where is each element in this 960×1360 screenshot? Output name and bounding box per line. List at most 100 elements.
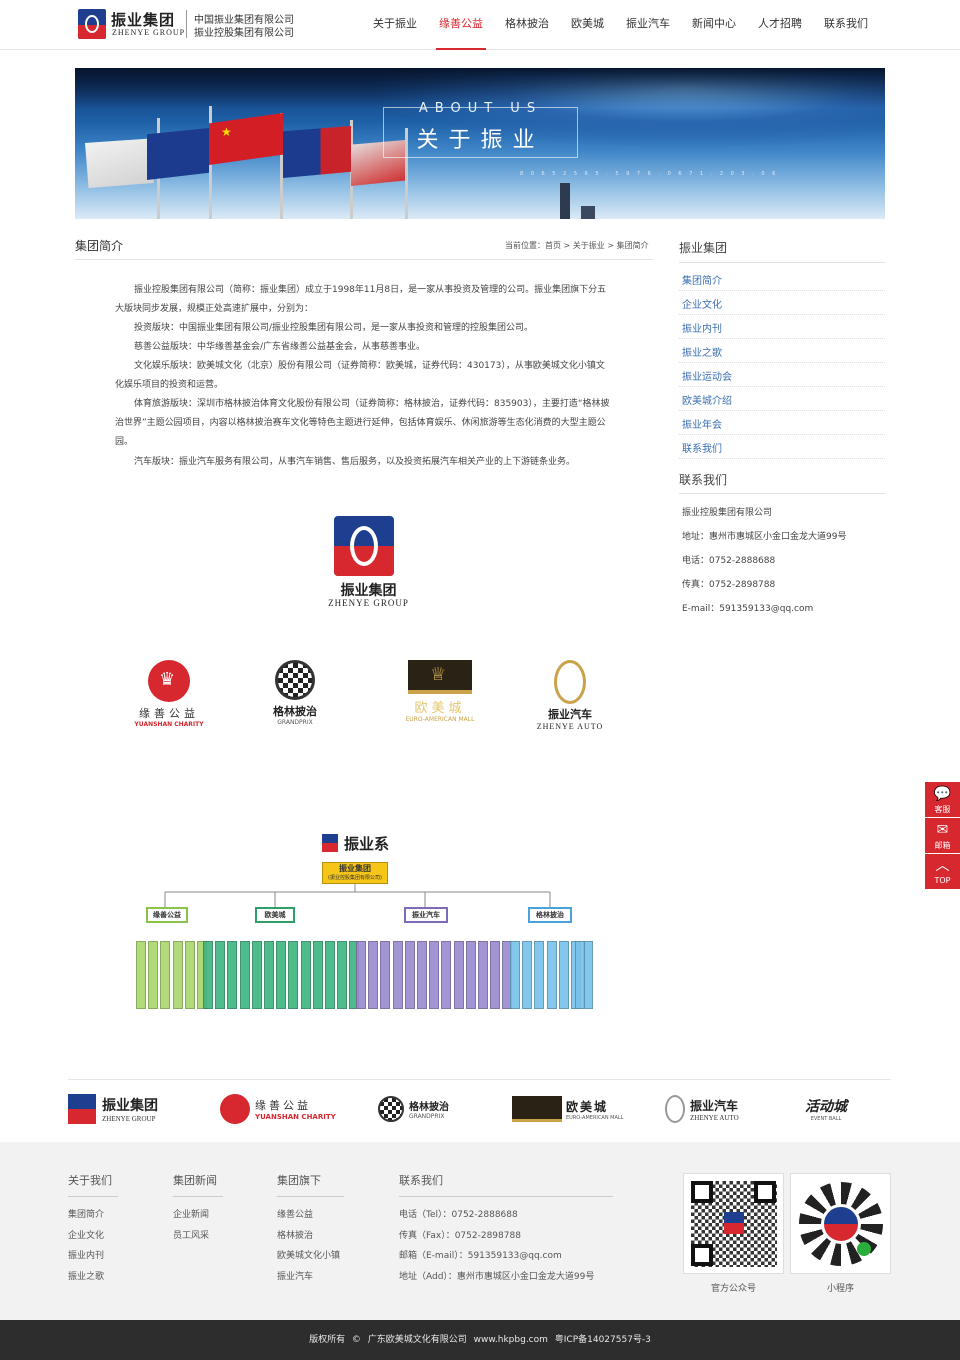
footer-link[interactable]: 欧美城文化小镇 [277, 1248, 340, 1261]
mini-program-icon [857, 1242, 871, 1256]
org-unit-node [380, 941, 391, 1009]
company-name-2: 振业控股集团有限公司 [194, 28, 294, 39]
org-unit-node [404, 941, 415, 1009]
nav-item-contact[interactable]: 联系我们 [813, 0, 879, 50]
nav-item-grandprix[interactable]: 格林披治 [494, 0, 560, 50]
checkered-flag-icon [378, 1096, 404, 1122]
footer-link[interactable]: 振业汽车 [277, 1269, 313, 1282]
org-branch-charity: 缘善公益 [146, 907, 188, 923]
brand-sub: YUANSHAN CHARITY [134, 721, 204, 728]
nav-item-auto[interactable]: 振业汽车 [615, 0, 681, 50]
org-unit-node [510, 941, 520, 1009]
breadcrumb[interactable]: 当前位置：首页 > 关于振业 > 集团简介 [505, 240, 649, 251]
nav-item-euro-mall[interactable]: 欧美城 [560, 0, 615, 50]
org-root-node: 振业集团 (振业控股集团有限公司) [322, 862, 388, 884]
footer-link[interactable]: 振业内刊 [68, 1248, 104, 1261]
sidebar-separator [679, 338, 885, 339]
brand-euro-mall: ♕ 欧美城 EURO-AMERICAN MALL [395, 660, 485, 740]
sidebar-item-sports[interactable]: 振业运动会 [682, 368, 732, 383]
qr-finder [754, 1181, 776, 1203]
footer-contact-email[interactable]: 邮箱（E-mail）：591359133@qq.com [399, 1248, 562, 1261]
org-unit-node [276, 941, 287, 1009]
auto-logo-icon [665, 1095, 685, 1123]
sidebar-item-annual[interactable]: 振业年会 [682, 416, 722, 431]
partner-name: 振业汽车 [690, 1098, 739, 1113]
mail-button[interactable]: ✉ 邮箱 [925, 818, 960, 853]
nav-item-charity[interactable]: 缘善公益 [428, 0, 494, 50]
org-branch-auto: 振业汽车 [404, 907, 448, 923]
partner-event-ball[interactable]: 活动城 EVENT BALL [805, 1092, 847, 1126]
contact-phone: 电话：0752-2888688 [682, 556, 776, 566]
sidebar-item-contact[interactable]: 联系我们 [682, 440, 722, 455]
sidebar-separator [679, 434, 885, 435]
back-to-top-button[interactable]: ︿ TOP [925, 854, 960, 889]
partner-euro-mall[interactable]: 欧美城 EURO-AMERICAN MALL [512, 1092, 623, 1126]
org-unit-node [215, 941, 226, 1009]
brand-sub: GRANDPRIX [277, 719, 313, 726]
footer-link[interactable]: 格林披治 [277, 1228, 313, 1241]
partner-name: 格林披治 [409, 1102, 449, 1113]
footer-link[interactable]: 缘善公益 [277, 1207, 313, 1220]
contact-company: 振业控股集团有限公司 [682, 508, 773, 518]
sidebar-item-culture[interactable]: 企业文化 [682, 296, 722, 311]
footer-link[interactable]: 振业之歌 [68, 1269, 104, 1282]
brand-sub: ZHENYE AUTO [536, 722, 604, 731]
contact-address: 地址：惠州市惠城区小金口金龙大道99号 [682, 532, 847, 542]
company-flag [147, 128, 209, 180]
partner-charity[interactable]: 缘善公益 YUANSHAN CHARITY [220, 1092, 336, 1126]
site-logo[interactable]: 振业集团 ZHENYE GROUP [78, 9, 191, 39]
partner-sub: ZHENYE AUTO [690, 1113, 739, 1122]
partner-grandprix[interactable]: 格林披治 GRANDPRIX [378, 1092, 449, 1126]
nav-item-about[interactable]: 关于振业 [362, 0, 428, 50]
footer-col-divider [173, 1196, 223, 1197]
brand-charity: ♛ 缘善公益 YUANSHAN CHARITY [124, 660, 214, 740]
logo-divider [186, 10, 187, 38]
crown-icon: ♕ [408, 660, 472, 694]
footer-link[interactable]: 集团简介 [68, 1207, 104, 1220]
org-unit-node [546, 941, 557, 1009]
sidebar-item-profile[interactable]: 集团简介 [682, 272, 722, 287]
charity-icon [220, 1094, 250, 1124]
org-unit-node [558, 941, 569, 1009]
top-label: TOP [934, 876, 951, 885]
big-logo-cn: 振业集团 [340, 583, 397, 599]
zhenye-group-logo: 振业集团 ZHENYE GROUP [328, 516, 408, 612]
zhenye-logo-icon [334, 516, 394, 576]
footer-link[interactable]: 企业文化 [68, 1228, 104, 1241]
org-unit-node [534, 941, 545, 1009]
intro-paragraph: 振业控股集团有限公司（简称：振业集团）成立于1998年11月8日，是一家从事投资… [115, 285, 607, 314]
service-label: 客服 [934, 805, 951, 814]
banner-title-en: ABOUT US [418, 101, 543, 116]
banner-title-cn: 关于振业 [416, 128, 545, 153]
nav-item-jobs[interactable]: 人才招聘 [747, 0, 813, 50]
partner-sub: ZHENYE GROUP [102, 1115, 156, 1123]
brand-auto: 振业汽车 ZHENYE AUTO [525, 660, 615, 740]
service-button[interactable]: 💬 客服 [925, 782, 960, 817]
mini-program-qr-code [790, 1173, 891, 1274]
sidebar-item-euro-mall[interactable]: 欧美城介绍 [682, 392, 732, 407]
partner-zhenye-group[interactable]: 振业集团 ZHENYE GROUP [68, 1092, 158, 1126]
partner-sub: EURO-AMERICAN MALL [566, 1114, 624, 1121]
sidebar-separator [679, 458, 885, 459]
footer-col-title-news: 集团新闻 [173, 1174, 217, 1187]
section-title: 集团简介 [75, 239, 124, 253]
org-unit-node [575, 941, 585, 1009]
sidebar-item-song[interactable]: 振业之歌 [682, 344, 722, 359]
banner-numbers: 8 0 6 5 2 5 6 5 . 5 9 7 6 . 0 6 7 1 . 2 … [520, 171, 779, 177]
partners-divider [68, 1079, 891, 1080]
nav-item-news[interactable]: 新闻中心 [681, 0, 747, 50]
sidebar-item-journal[interactable]: 振业内刊 [682, 320, 722, 335]
intro-paragraph: 文化娱乐版块：欧美城文化（北京）股份有限公司（证券简称：欧美城，证券代码：430… [115, 361, 605, 390]
brand-sub: EURO-AMERICAN MALL [405, 716, 475, 723]
brand-grandprix: 格林披治 GRANDPRIX [250, 660, 340, 740]
org-unit-node [465, 941, 476, 1009]
main-nav: 关于振业 缘善公益 格林披治 欧美城 振业汽车 新闻中心 人才招聘 联系我们 [362, 0, 879, 50]
footer-col-divider [277, 1196, 344, 1197]
org-title-text: 振业系 [344, 835, 390, 853]
footer-link[interactable]: 企业新闻 [173, 1207, 209, 1220]
partner-auto[interactable]: 振业汽车 ZHENYE AUTO [665, 1092, 739, 1126]
footer-link[interactable]: 员工风采 [173, 1228, 209, 1241]
org-unit-node [356, 941, 366, 1009]
org-unit-node [368, 941, 379, 1009]
org-unit-node [288, 941, 299, 1009]
